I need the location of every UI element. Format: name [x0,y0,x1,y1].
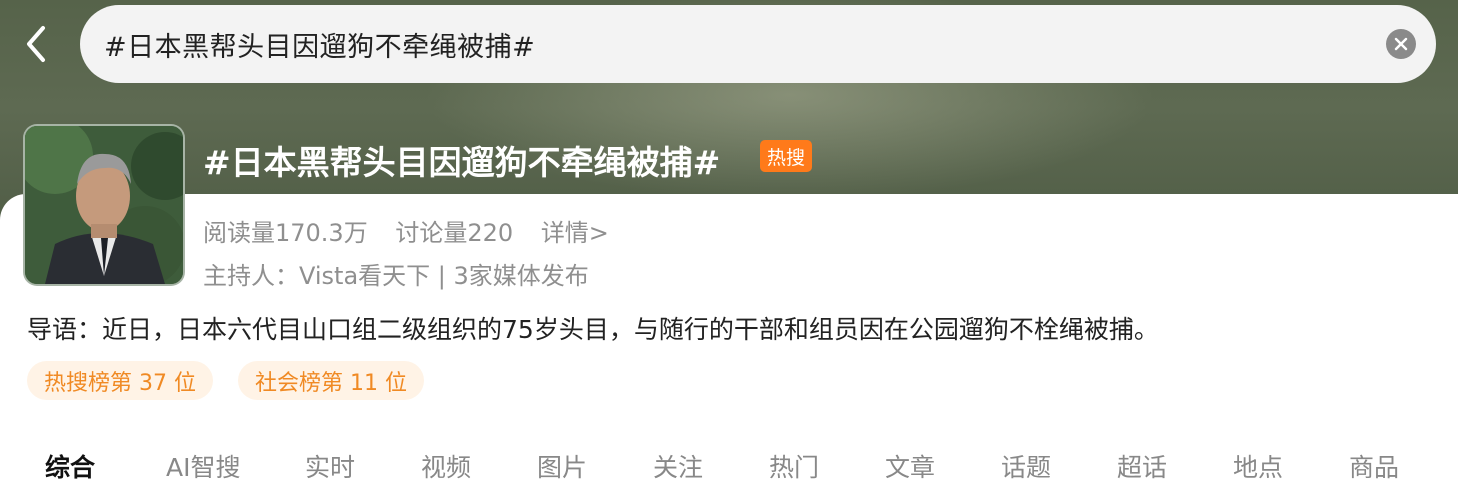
chevron-left-icon [27,26,45,62]
society-rank-tag[interactable]: 社会榜第 11 位 [238,361,424,400]
search-input[interactable]: #日本黑帮头目因遛狗不牵绳被捕# [80,5,1436,83]
back-button[interactable] [14,22,58,66]
topic-title: #日本黑帮头目因遛狗不牵绳被捕# [203,143,721,182]
hot-search-badge: 热搜 [760,140,812,172]
read-count: 阅读量170.3万 [203,219,368,247]
tab-topics[interactable]: 话题 [1001,448,1051,484]
discussion-count: 讨论量220 [395,219,514,247]
topic-intro: 导语：近日，日本六代目山口组二级组织的75岁头目，与随行的干部和组员因在公园遛狗… [27,315,1159,344]
tab-places[interactable]: 地点 [1233,448,1283,484]
hot-rank-tag[interactable]: 热搜榜第 37 位 [27,361,213,400]
tab-ai-search[interactable]: AI智搜 [166,448,240,484]
tab-comprehensive[interactable]: 综合 [45,448,95,484]
person-photo [25,126,183,284]
tab-articles[interactable]: 文章 [885,448,935,484]
tab-products[interactable]: 商品 [1349,448,1399,484]
tab-realtime[interactable]: 实时 [305,448,355,484]
topic-avatar[interactable] [23,124,185,286]
close-icon [1394,37,1408,51]
tab-following[interactable]: 关注 [653,448,703,484]
topic-host: 主持人：Vista看天下 | 3家媒体发布 [203,262,589,290]
tab-images[interactable]: 图片 [537,448,587,484]
search-query-text[interactable]: #日本黑帮头目因遛狗不牵绳被捕# [104,5,535,83]
clear-search-button[interactable] [1386,29,1416,59]
result-tabs: 综合 AI智搜 实时 视频 图片 关注 热门 文章 话题 超话 地点 商品 [0,440,1458,482]
detail-link[interactable]: 详情> [541,219,609,247]
tab-super-topics[interactable]: 超话 [1117,448,1167,484]
tab-hot[interactable]: 热门 [769,448,819,484]
topic-stats: 阅读量170.3万 讨论量220 详情> [203,213,629,248]
tab-video[interactable]: 视频 [421,448,471,484]
